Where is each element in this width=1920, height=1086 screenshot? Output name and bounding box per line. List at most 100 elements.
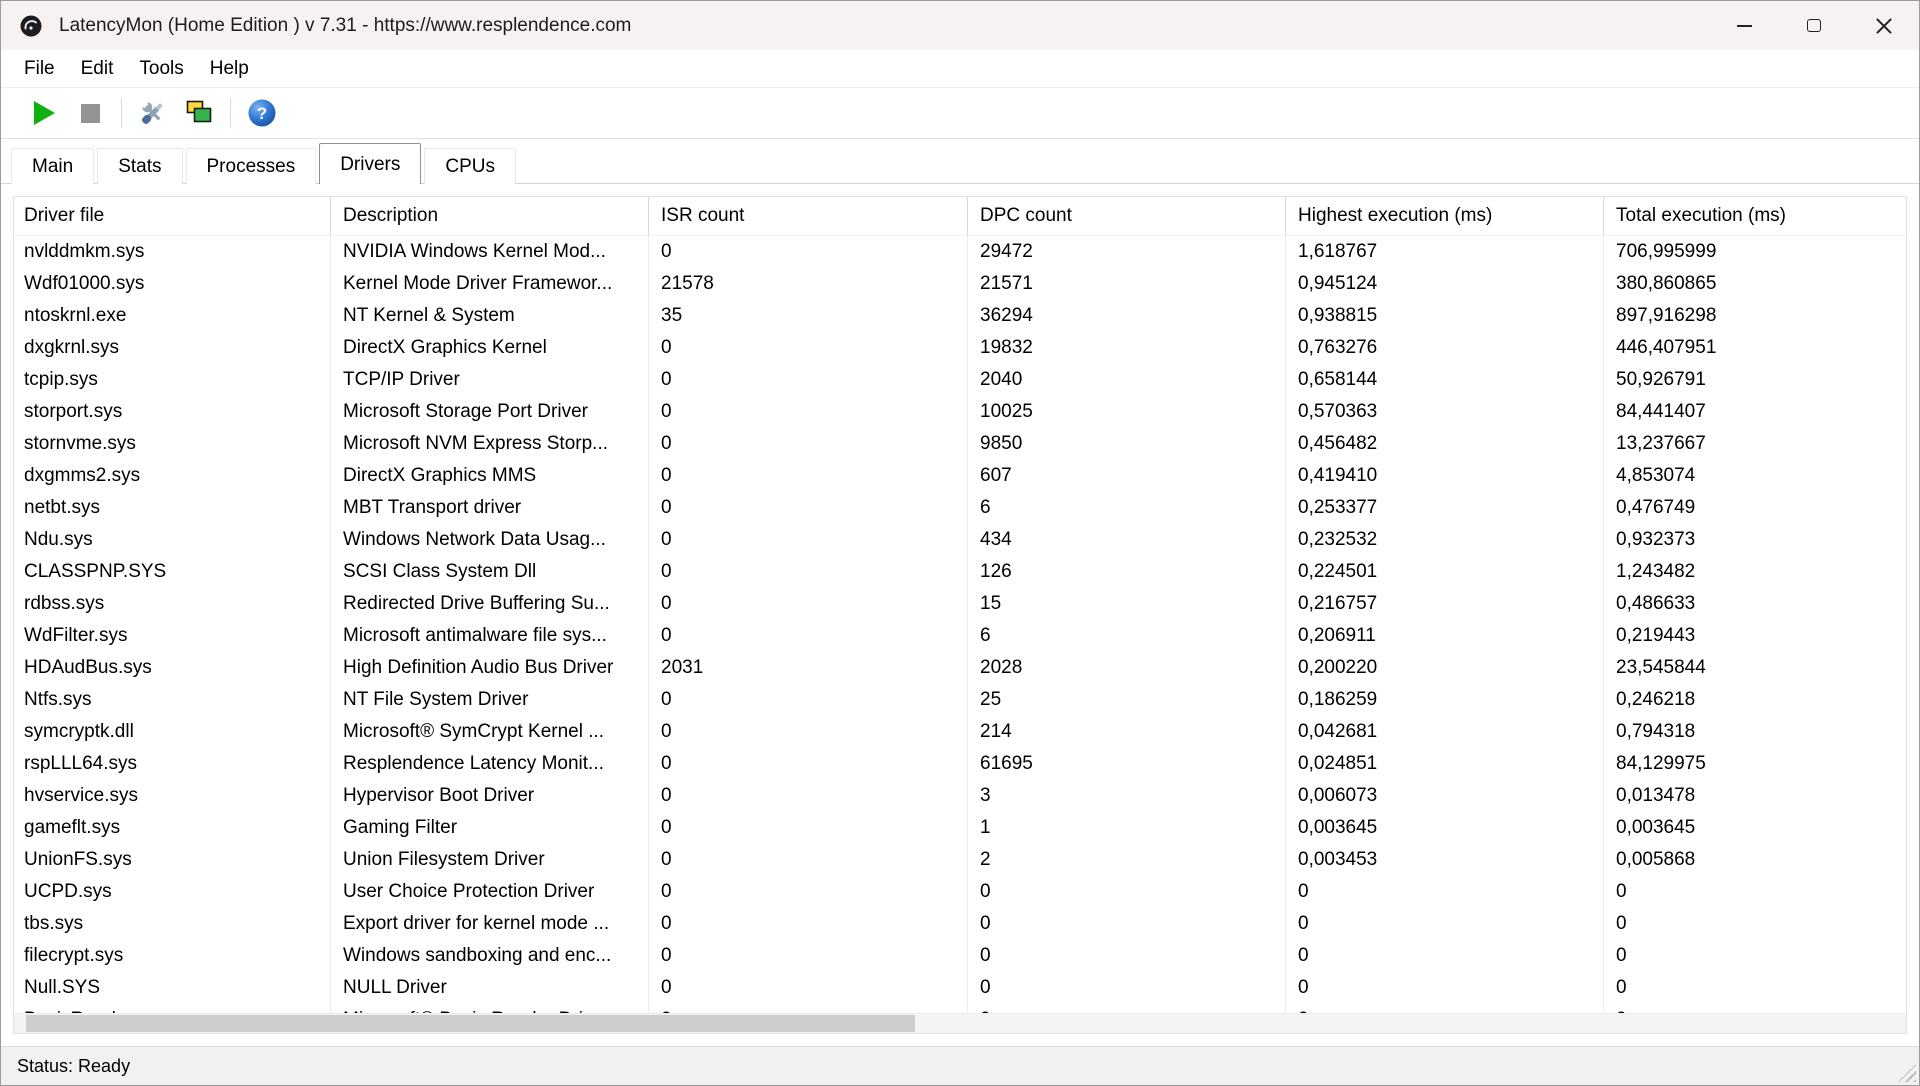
table-cell: 0,938815 bbox=[1286, 300, 1604, 332]
table-cell: 0 bbox=[649, 620, 968, 652]
table-cell: Hypervisor Boot Driver bbox=[331, 780, 649, 812]
table-cell: 0 bbox=[649, 940, 968, 972]
start-monitor-button[interactable] bbox=[21, 92, 67, 134]
status-bar: Status: Ready bbox=[1, 1046, 1919, 1085]
table-row[interactable]: rdbss.sysRedirected Drive Buffering Su..… bbox=[14, 588, 1906, 620]
tab-stats[interactable]: Stats bbox=[97, 148, 182, 184]
table-cell: 84,129975 bbox=[1604, 748, 1906, 780]
stop-monitor-button[interactable] bbox=[67, 92, 113, 134]
table-cell: 0 bbox=[649, 588, 968, 620]
table-cell: 0,570363 bbox=[1286, 396, 1604, 428]
menu-item-help[interactable]: Help bbox=[197, 58, 262, 80]
table-row[interactable]: nvlddmkm.sysNVIDIA Windows Kernel Mod...… bbox=[14, 236, 1906, 268]
help-button[interactable]: ? bbox=[239, 92, 285, 134]
table-cell: Export driver for kernel mode ... bbox=[331, 908, 649, 940]
table-cell: 0 bbox=[1604, 940, 1906, 972]
table-cell: 607 bbox=[968, 460, 1286, 492]
table-cell: 6 bbox=[968, 620, 1286, 652]
options-button[interactable] bbox=[130, 92, 176, 134]
minimize-button[interactable] bbox=[1709, 1, 1779, 50]
table-cell: 35 bbox=[649, 300, 968, 332]
table-row[interactable]: symcryptk.dllMicrosoft® SymCrypt Kernel … bbox=[14, 716, 1906, 748]
table-cell: gameflt.sys bbox=[14, 812, 331, 844]
table-row[interactable]: WdFilter.sysMicrosoft antimalware file s… bbox=[14, 620, 1906, 652]
table-cell: 0 bbox=[968, 1004, 1286, 1013]
tab-drivers[interactable]: Drivers bbox=[319, 143, 421, 184]
table-cell: BasicRender.sys bbox=[14, 1004, 331, 1013]
table-row[interactable]: stornvme.sysMicrosoft NVM Express Storp.… bbox=[14, 428, 1906, 460]
table-row[interactable]: Wdf01000.sysKernel Mode Driver Framewor.… bbox=[14, 268, 1906, 300]
table-row[interactable]: rspLLL64.sysResplendence Latency Monit..… bbox=[14, 748, 1906, 780]
menu-item-tools[interactable]: Tools bbox=[126, 58, 196, 80]
table-cell: 0 bbox=[1604, 1004, 1906, 1013]
report-button[interactable] bbox=[176, 92, 222, 134]
column-header-highest-execution-ms[interactable]: Highest execution (ms) bbox=[1286, 197, 1604, 235]
close-button[interactable] bbox=[1849, 1, 1919, 50]
table-row[interactable]: ntoskrnl.exeNT Kernel & System35362940,9… bbox=[14, 300, 1906, 332]
table-cell: 0 bbox=[649, 396, 968, 428]
table-row[interactable]: dxgmms2.sysDirectX Graphics MMS06070,419… bbox=[14, 460, 1906, 492]
column-header-dpc-count[interactable]: DPC count bbox=[968, 197, 1286, 235]
table-cell: 0,003645 bbox=[1286, 812, 1604, 844]
table-row[interactable]: dxgkrnl.sysDirectX Graphics Kernel019832… bbox=[14, 332, 1906, 364]
table-cell: Ndu.sys bbox=[14, 524, 331, 556]
app-window: LatencyMon (Home Edition ) v 7.31 - http… bbox=[0, 0, 1920, 1086]
table-row[interactable]: Null.SYSNULL Driver0000 bbox=[14, 972, 1906, 1004]
table-cell: 0,763276 bbox=[1286, 332, 1604, 364]
table-row[interactable]: tbs.sysExport driver for kernel mode ...… bbox=[14, 908, 1906, 940]
table-cell: storport.sys bbox=[14, 396, 331, 428]
table-row[interactable]: gameflt.sysGaming Filter010,0036450,0036… bbox=[14, 812, 1906, 844]
tab-main[interactable]: Main bbox=[11, 148, 94, 184]
table-cell: UnionFS.sys bbox=[14, 844, 331, 876]
column-header-isr-count[interactable]: ISR count bbox=[649, 197, 968, 235]
table-row[interactable]: BasicRender.sysMicrosoft® Basic Render D… bbox=[14, 1004, 1906, 1013]
table-cell: TCP/IP Driver bbox=[331, 364, 649, 396]
table-row[interactable]: HDAudBus.sysHigh Definition Audio Bus Dr… bbox=[14, 652, 1906, 684]
app-icon bbox=[19, 14, 43, 38]
tab-cpus[interactable]: CPUs bbox=[424, 148, 516, 184]
tab-processes[interactable]: Processes bbox=[186, 148, 317, 184]
svg-text:?: ? bbox=[257, 104, 267, 123]
table-row[interactable]: UnionFS.sysUnion Filesystem Driver020,00… bbox=[14, 844, 1906, 876]
list-header: Driver fileDescriptionISR countDPC count… bbox=[14, 197, 1906, 236]
table-cell: 0,006073 bbox=[1286, 780, 1604, 812]
play-icon bbox=[34, 101, 55, 125]
table-cell: 21571 bbox=[968, 268, 1286, 300]
table-cell: 0 bbox=[649, 684, 968, 716]
column-header-total-execution-ms[interactable]: Total execution (ms) bbox=[1604, 197, 1906, 235]
table-cell: hvservice.sys bbox=[14, 780, 331, 812]
menu-item-file[interactable]: File bbox=[11, 58, 68, 80]
table-row[interactable]: Ndu.sysWindows Network Data Usag...04340… bbox=[14, 524, 1906, 556]
table-row[interactable]: UCPD.sysUser Choice Protection Driver000… bbox=[14, 876, 1906, 908]
table-cell: SCSI Class System Dll bbox=[331, 556, 649, 588]
column-header-description[interactable]: Description bbox=[331, 197, 649, 235]
table-cell: 0 bbox=[968, 972, 1286, 1004]
horizontal-scrollbar[interactable] bbox=[14, 1013, 1906, 1033]
table-cell: 36294 bbox=[968, 300, 1286, 332]
table-cell: dxgmms2.sys bbox=[14, 460, 331, 492]
table-row[interactable]: netbt.sysMBT Transport driver060,2533770… bbox=[14, 492, 1906, 524]
table-cell: 6 bbox=[968, 492, 1286, 524]
resize-grip-icon[interactable] bbox=[1898, 1064, 1916, 1082]
menu-item-edit[interactable]: Edit bbox=[68, 58, 127, 80]
table-row[interactable]: hvservice.sysHypervisor Boot Driver030,0… bbox=[14, 780, 1906, 812]
close-icon bbox=[1875, 17, 1893, 35]
toolbar-separator bbox=[230, 98, 231, 128]
table-row[interactable]: Ntfs.sysNT File System Driver0250,186259… bbox=[14, 684, 1906, 716]
table-cell: Windows sandboxing and enc... bbox=[331, 940, 649, 972]
table-cell: 0,658144 bbox=[1286, 364, 1604, 396]
table-row[interactable]: storport.sysMicrosoft Storage Port Drive… bbox=[14, 396, 1906, 428]
table-cell: Wdf01000.sys bbox=[14, 268, 331, 300]
table-cell: 0 bbox=[1286, 1004, 1604, 1013]
maximize-button[interactable] bbox=[1779, 1, 1849, 50]
table-cell: 84,441407 bbox=[1604, 396, 1906, 428]
column-header-driver-file[interactable]: Driver file bbox=[14, 197, 331, 235]
table-cell: 0 bbox=[1286, 972, 1604, 1004]
scrollbar-thumb[interactable] bbox=[26, 1015, 915, 1032]
table-row[interactable]: CLASSPNP.SYSSCSI Class System Dll01260,2… bbox=[14, 556, 1906, 588]
tools-icon bbox=[137, 97, 169, 129]
table-row[interactable]: filecrypt.sysWindows sandboxing and enc.… bbox=[14, 940, 1906, 972]
table-row[interactable]: tcpip.sysTCP/IP Driver020400,65814450,92… bbox=[14, 364, 1906, 396]
drivers-tab-panel: Driver fileDescriptionISR countDPC count… bbox=[1, 184, 1919, 1046]
table-cell: 0 bbox=[1286, 908, 1604, 940]
